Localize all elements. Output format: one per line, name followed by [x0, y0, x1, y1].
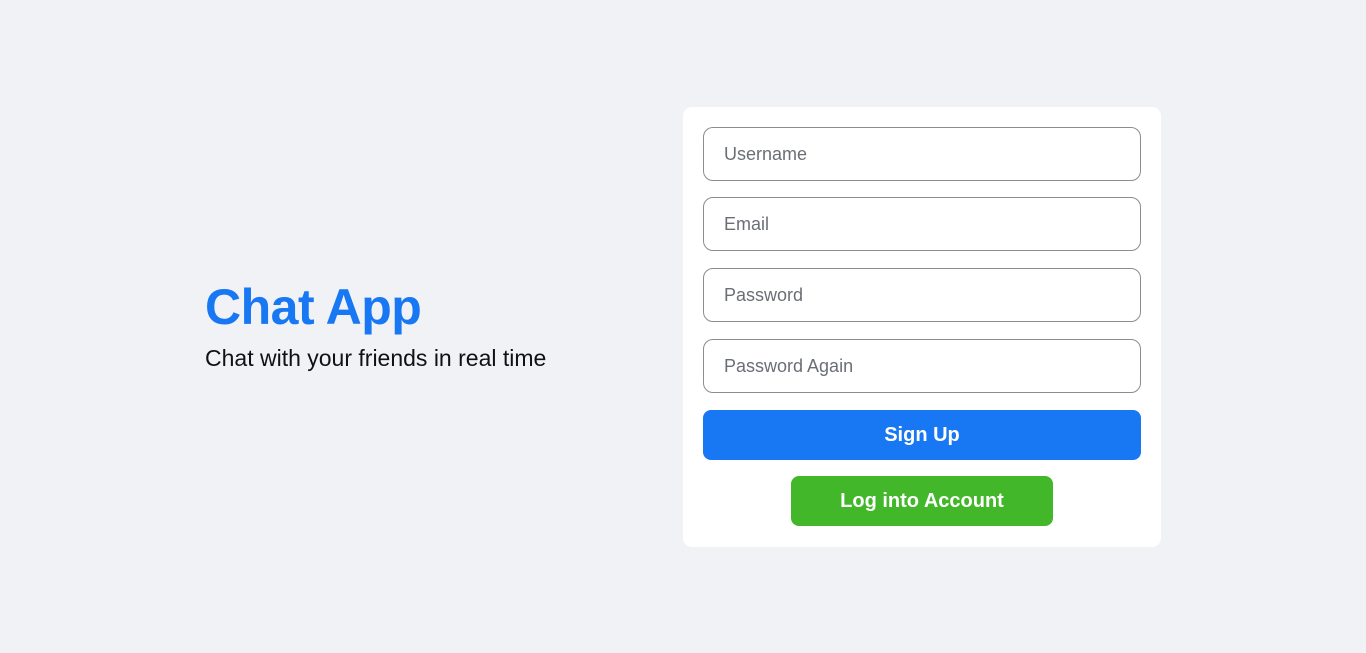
signup-card: Sign Up Log into Account	[683, 107, 1161, 547]
password-input[interactable]	[703, 268, 1141, 322]
sign-up-button[interactable]: Sign Up	[703, 410, 1141, 460]
register-page: Chat App Chat with your friends in real …	[0, 0, 1366, 653]
brand-subtitle: Chat with your friends in real time	[205, 345, 547, 371]
email-input[interactable]	[703, 197, 1141, 251]
brand-title: Chat App	[205, 279, 422, 335]
log-into-account-button[interactable]: Log into Account	[791, 476, 1053, 526]
password-again-input[interactable]	[703, 339, 1141, 393]
username-input[interactable]	[703, 127, 1141, 181]
brand-section: Chat App Chat with your friends in real …	[205, 278, 645, 372]
